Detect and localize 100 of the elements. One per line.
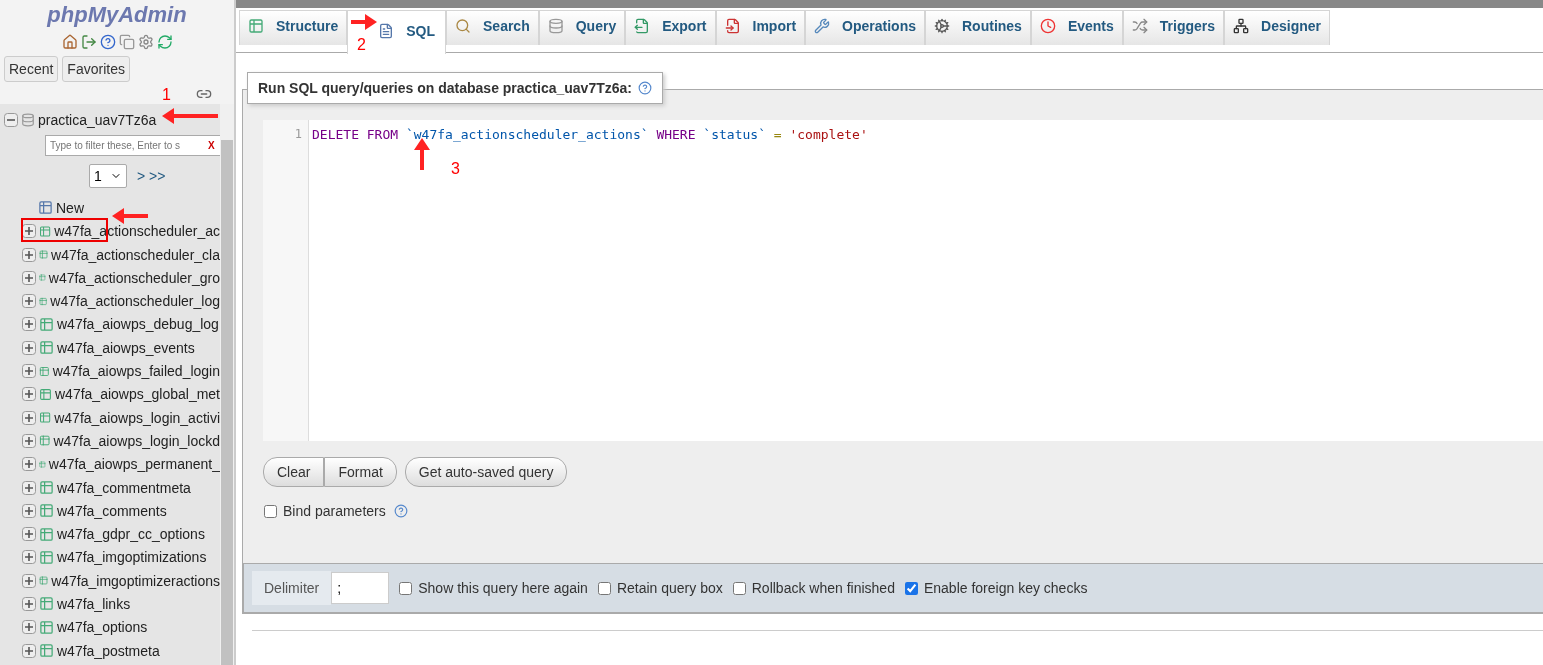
checkbox[interactable]	[264, 504, 277, 518]
delimiter-field[interactable]: ;	[331, 572, 390, 604]
table-name[interactable]: w47fa_postmeta	[57, 642, 160, 659]
wrench-icon	[814, 18, 831, 34]
new-table-icon	[38, 200, 53, 216]
expand-icon[interactable]	[22, 597, 36, 611]
table-name[interactable]: w47fa_imgoptimizeractions	[51, 572, 220, 589]
tab[interactable]: Search	[446, 10, 539, 45]
annotation-number: 1	[162, 86, 171, 104]
table-icon	[39, 619, 54, 635]
help-icon[interactable]	[393, 504, 408, 518]
checkbox-label: Show this query here again	[418, 580, 588, 596]
table-name[interactable]: w47fa_aiowps_failed_login	[52, 363, 220, 379]
table-icon	[39, 340, 54, 356]
expand-icon[interactable]	[22, 387, 36, 402]
checkbox[interactable]	[399, 581, 413, 595]
filter-field[interactable]: Type to filter these, Enter to s X	[45, 135, 220, 157]
checkbox-label: Rollback when finished	[751, 580, 895, 596]
sql-query: DELETE FROM `w47fa_actionscheduler_actions` WHERE `status` = 'complete'	[312, 127, 868, 142]
table-name[interactable]: w47fa_gdpr_cc_options	[57, 526, 205, 543]
expand-icon[interactable]	[22, 294, 36, 309]
export-icon	[634, 18, 651, 34]
expand-icon[interactable]	[22, 620, 36, 635]
expand-icon[interactable]	[22, 503, 36, 518]
table-icon	[39, 526, 54, 542]
table-name[interactable]: w47fa_links	[57, 596, 131, 612]
checkbox[interactable]	[597, 581, 611, 595]
home-icon[interactable]	[61, 34, 78, 50]
expand-icon[interactable]	[22, 433, 36, 448]
tab[interactable]: Export	[625, 10, 716, 45]
table-name[interactable]: w47fa_actionscheduler_cla	[51, 246, 220, 263]
expand-icon[interactable]	[22, 410, 36, 425]
table-icon	[39, 480, 54, 495]
page-select[interactable]: 1	[89, 164, 127, 189]
expand-icon[interactable]	[22, 270, 36, 285]
table-name[interactable]: w47fa_aiowps_global_met	[55, 386, 220, 403]
autosaved-query-button[interactable]: Get auto-saved query	[404, 457, 568, 487]
table-name[interactable]: w47fa_imgoptimizations	[57, 549, 207, 566]
table-icon	[39, 549, 54, 565]
table-name[interactable]: w47fa_actionscheduler_gro	[48, 269, 220, 286]
expand-icon[interactable]	[22, 364, 36, 378]
expand-icon[interactable]	[22, 480, 36, 495]
checkbox-label: Bind parameters	[283, 503, 386, 519]
checkbox[interactable]	[904, 581, 918, 595]
tab[interactable]: Query	[538, 10, 626, 45]
sidebar-tab-button[interactable]: Favorites	[62, 56, 130, 82]
editor-button[interactable]: Format	[324, 457, 397, 487]
sidebar-tab-button[interactable]: Recent	[4, 56, 59, 82]
table-name[interactable]: w47fa_aiowps_events	[57, 339, 195, 356]
table-name[interactable]: w47fa_actionscheduler_log	[50, 293, 220, 310]
collapse-icon[interactable]	[4, 112, 18, 127]
tab[interactable]: Structure	[239, 10, 348, 45]
table-icon	[39, 316, 54, 332]
table-name[interactable]: w47fa_aiowps_login_lockd	[53, 432, 220, 449]
editor-button[interactable]: Clear	[263, 457, 325, 487]
table-name[interactable]: w47fa_aiowps_login_activi	[54, 409, 220, 426]
database-icon	[21, 112, 35, 127]
database-name[interactable]: practica_uav7Tz6a	[38, 111, 157, 128]
table-icon	[39, 643, 54, 659]
checkbox-label: Enable foreign key checks	[923, 580, 1088, 596]
table-icon	[39, 503, 54, 519]
tab[interactable]: Events	[1030, 10, 1123, 45]
search-icon	[455, 18, 471, 34]
table-name[interactable]: w47fa_aiowps_permanent_	[48, 456, 220, 473]
delimiter-label: Delimiter	[252, 571, 332, 605]
documents-icon[interactable]	[118, 34, 135, 50]
table-icon	[248, 18, 264, 34]
table-name[interactable]: w47fa_comments	[57, 502, 167, 519]
cylinder-icon	[547, 18, 564, 34]
expand-icon[interactable]	[22, 340, 36, 355]
expand-icon[interactable]	[22, 527, 36, 542]
diagram-icon	[1233, 18, 1250, 34]
clock-icon	[1039, 18, 1056, 34]
new-table-link[interactable]: New	[56, 199, 84, 216]
tab[interactable]: Import	[715, 10, 806, 45]
expand-icon[interactable]	[22, 573, 36, 588]
tab[interactable]: Operations	[805, 10, 925, 45]
reload-icon[interactable]	[156, 34, 173, 50]
exit-icon[interactable]	[80, 34, 97, 50]
expand-icon[interactable]	[22, 247, 36, 262]
expand-icon[interactable]	[22, 550, 36, 565]
next-page-link[interactable]: > >>	[137, 168, 166, 185]
clear-filter-button[interactable]: X	[208, 140, 215, 152]
settings-icon[interactable]	[137, 34, 154, 50]
help-icon[interactable]	[99, 34, 116, 50]
help-icon[interactable]	[638, 81, 652, 95]
tab[interactable]: Routines	[925, 10, 1031, 45]
table-name[interactable]: w47fa_aiowps_debug_log	[57, 316, 219, 333]
annotation-arrow	[162, 108, 218, 124]
expand-icon[interactable]	[22, 457, 36, 472]
table-icon	[39, 410, 52, 426]
table-icon	[39, 223, 52, 239]
tab[interactable]: Designer	[1224, 10, 1330, 45]
expand-icon[interactable]	[22, 643, 36, 658]
table-name[interactable]: w47fa_commentmeta	[57, 479, 191, 496]
tab[interactable]: Triggers	[1122, 10, 1225, 45]
checkbox[interactable]	[732, 581, 746, 595]
app-logo[interactable]: phpMyAdmin	[43, 2, 191, 28]
table-name[interactable]: w47fa_options	[57, 619, 148, 636]
expand-icon[interactable]	[22, 317, 36, 332]
